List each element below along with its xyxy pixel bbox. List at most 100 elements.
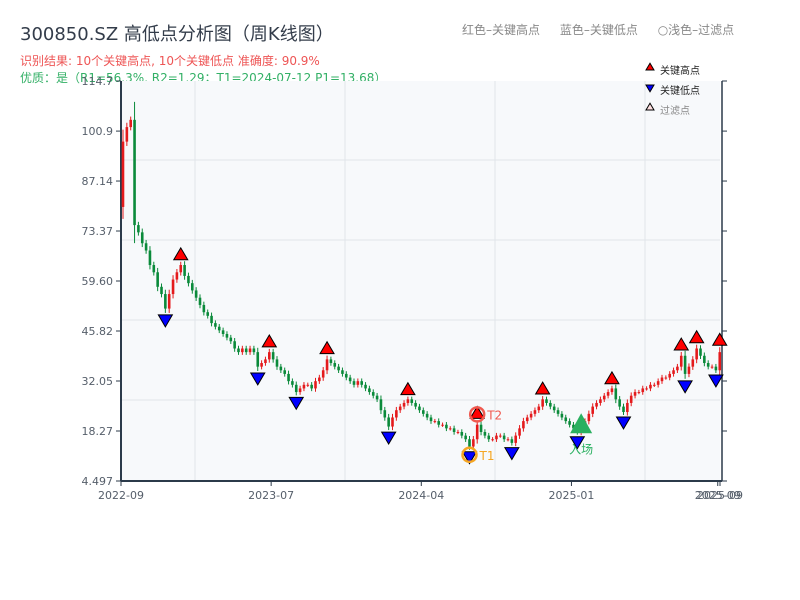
candle-body bbox=[422, 410, 425, 414]
y-tick-label: 73.37 bbox=[82, 225, 114, 238]
candle-body bbox=[329, 359, 333, 364]
candle-body bbox=[660, 377, 664, 382]
candle-body bbox=[568, 421, 571, 425]
candle-body bbox=[175, 272, 179, 280]
candle-body bbox=[229, 337, 233, 342]
plot-background bbox=[121, 81, 720, 481]
candle-body bbox=[695, 348, 698, 360]
candle-body bbox=[452, 428, 456, 432]
candle-body bbox=[221, 330, 225, 334]
candle-body bbox=[198, 297, 202, 305]
candle-body bbox=[356, 381, 360, 385]
candle-body bbox=[279, 366, 283, 371]
candle-body bbox=[121, 141, 125, 207]
x-tick-label: 2024-04 bbox=[398, 489, 444, 502]
candle-body bbox=[499, 435, 502, 437]
candle-body bbox=[718, 352, 722, 371]
candle-body bbox=[633, 392, 637, 396]
candle-body bbox=[545, 399, 548, 403]
candle-body bbox=[406, 399, 410, 403]
x-tick-label: 2022-09 bbox=[98, 489, 144, 502]
candle-body bbox=[587, 413, 591, 422]
candle-body bbox=[479, 424, 483, 432]
candle-body bbox=[475, 424, 479, 440]
candle-body bbox=[560, 413, 564, 418]
candlestick-chart: 114.7 100.9 87.14 73.37 59.60 45.82 32.05 18.27… bbox=[82, 62, 743, 502]
candle-body bbox=[464, 435, 467, 440]
y-tick-label: 32.05 bbox=[82, 375, 114, 388]
candle-body bbox=[564, 417, 568, 422]
candle-body bbox=[599, 399, 602, 403]
chart-container: 300850.SZ 高低点分析图（周K线图） 识别结果: 10个关键高点, 10… bbox=[0, 0, 800, 600]
candle-body bbox=[502, 435, 506, 440]
candle-body bbox=[618, 399, 621, 407]
candle-body bbox=[472, 439, 475, 447]
candle-body bbox=[156, 272, 159, 287]
candle-body bbox=[171, 279, 175, 295]
candle-body bbox=[433, 421, 437, 423]
candle-body bbox=[225, 333, 229, 338]
candle-body bbox=[491, 439, 494, 441]
candle-body bbox=[668, 373, 671, 378]
candle-body bbox=[379, 399, 383, 411]
y-tick-label: 18.27 bbox=[82, 425, 114, 438]
y-tick-label: 45.82 bbox=[82, 325, 114, 338]
candle-body bbox=[487, 435, 491, 440]
candle-body bbox=[252, 348, 256, 353]
y-tick-label: 59.60 bbox=[82, 275, 114, 288]
candle-body bbox=[387, 417, 390, 427]
candle-body bbox=[233, 341, 236, 349]
candle-body bbox=[425, 413, 429, 418]
candle-body bbox=[448, 428, 452, 430]
candle-body bbox=[333, 363, 337, 367]
candle-body bbox=[649, 384, 652, 389]
legend-marker-high bbox=[645, 62, 655, 71]
candle-body bbox=[148, 250, 152, 266]
candle-body bbox=[248, 348, 252, 353]
candle-body bbox=[314, 381, 317, 389]
candle-body bbox=[214, 323, 217, 327]
candle-body bbox=[371, 392, 375, 396]
candle-body bbox=[294, 384, 298, 393]
candle-body bbox=[364, 384, 367, 389]
t2-label: T2 bbox=[486, 408, 502, 422]
legend-label: 关键低点 bbox=[660, 84, 700, 97]
candle-body bbox=[187, 275, 190, 284]
candle-body bbox=[368, 388, 371, 393]
x-tick-label: 2025-09 bbox=[697, 489, 743, 502]
candle-body bbox=[271, 352, 275, 360]
candle-body bbox=[140, 232, 144, 244]
candle-body bbox=[160, 286, 163, 295]
candle-body bbox=[483, 431, 487, 436]
candle-body bbox=[506, 439, 510, 441]
candle-body bbox=[321, 370, 325, 378]
candle-body bbox=[325, 359, 329, 371]
legend-label: 过滤点 bbox=[660, 104, 690, 117]
candle-body bbox=[125, 127, 129, 142]
candle-body bbox=[275, 359, 279, 367]
y-tick-label: 114.7 bbox=[82, 75, 114, 88]
candle-body bbox=[345, 373, 348, 378]
candle-body bbox=[152, 265, 156, 273]
candle-body bbox=[714, 366, 718, 371]
candle-body bbox=[402, 402, 406, 407]
candle-body bbox=[437, 421, 440, 425]
candle-body bbox=[637, 392, 641, 394]
candle-body bbox=[183, 265, 186, 276]
candle-body bbox=[445, 424, 448, 429]
candle-body bbox=[264, 359, 267, 364]
candle-body bbox=[287, 373, 290, 382]
y-tick-label: 4.497 bbox=[82, 475, 114, 488]
candle-body bbox=[179, 265, 183, 273]
candle-body bbox=[495, 435, 498, 440]
candle-body bbox=[318, 377, 321, 382]
candle-body bbox=[164, 294, 167, 309]
candle-body bbox=[614, 388, 618, 400]
candle-body bbox=[302, 384, 306, 389]
candle-body bbox=[283, 370, 286, 374]
candle-body bbox=[418, 406, 421, 411]
candle-body bbox=[348, 377, 352, 382]
candle-body bbox=[291, 381, 294, 385]
candle-body bbox=[383, 410, 387, 418]
candle-body bbox=[341, 370, 344, 374]
